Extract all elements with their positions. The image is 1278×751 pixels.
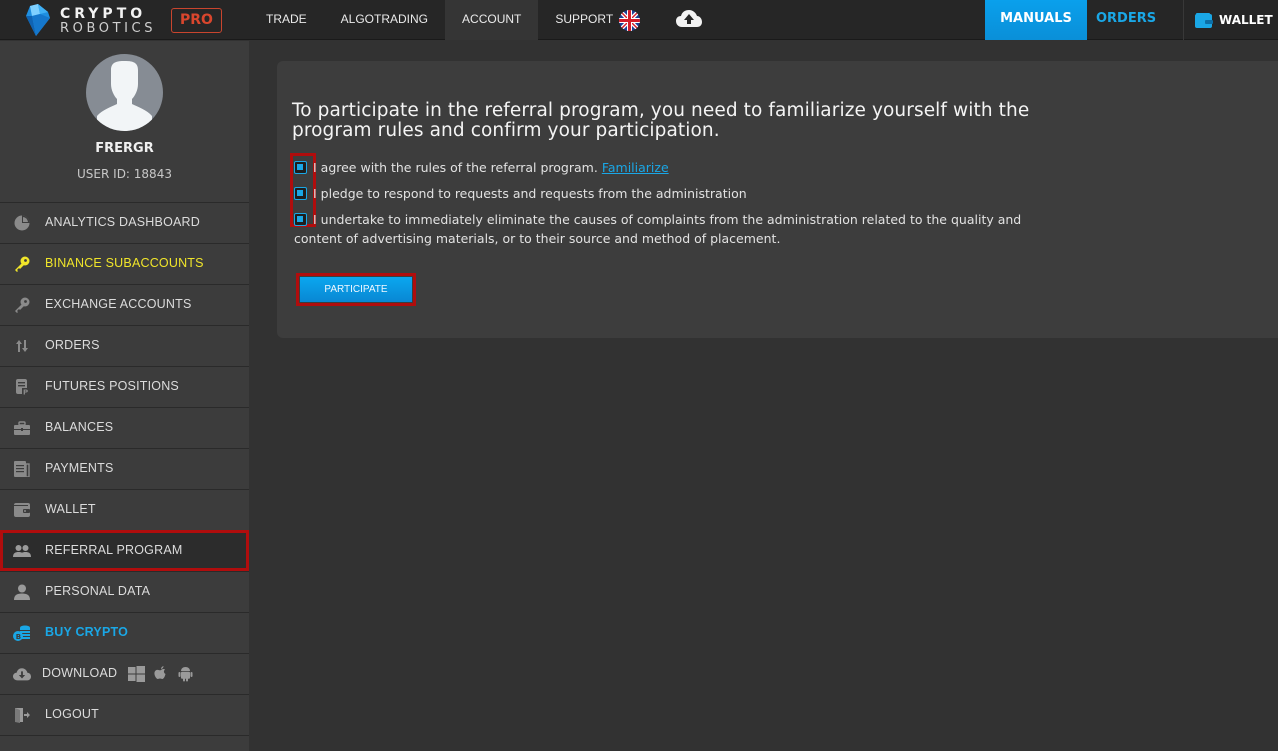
sidebar-item-label: PERSONAL DATA [45, 584, 151, 598]
header-divider [1183, 0, 1184, 40]
users-icon [13, 543, 31, 559]
sidebar-item-wallet[interactable]: WALLET [0, 489, 249, 530]
sidebar-bottom-divider [0, 735, 249, 751]
sidebar-item-label: EXCHANGE ACCOUNTS [45, 297, 192, 311]
cloud-download-icon [13, 666, 31, 682]
participate-button[interactable]: PARTICIPATE [300, 277, 412, 302]
svg-text:B: B [16, 633, 21, 641]
android-icon[interactable] [178, 666, 193, 685]
sidebar-item-balances[interactable]: BALANCES [0, 407, 249, 448]
sidebar-item-label: REFERRAL PROGRAM [45, 543, 183, 557]
participate-highlight: PARTICIPATE [296, 273, 416, 306]
logo[interactable]: CRYPTO ROBOTICS [22, 4, 152, 36]
sidebar-item-label: WALLET [45, 502, 96, 516]
username: FRERGR [95, 141, 154, 156]
coins-icon: B [13, 625, 31, 641]
wallet-label: WALLET [1219, 13, 1273, 27]
svg-text:P: P [23, 389, 28, 396]
eliminate-complaints-row: I undertake to immediately eliminate the… [294, 212, 1021, 227]
sidebar-item-binance-subaccounts[interactable]: BINANCE SUBACCOUNTS [0, 243, 249, 284]
sidebar-item-futures-positions[interactable]: P FUTURES POSITIONS [0, 366, 249, 407]
briefcase-icon [13, 420, 31, 436]
sidebar-item-label: BINANCE SUBACCOUNTS [45, 256, 204, 270]
sidebar-menu: ANALYTICS DASHBOARD BINANCE SUBACCOUNTS … [0, 202, 249, 751]
apple-icon[interactable] [154, 666, 168, 685]
nav-trade[interactable]: TRADE [249, 0, 324, 40]
crystal-logo-icon [26, 4, 50, 36]
wallet-icon [13, 502, 31, 518]
nav-algotrading[interactable]: ALGOTRADING [324, 0, 445, 40]
wallet-link[interactable]: WALLET [1195, 0, 1273, 40]
logo-text-bottom: ROBOTICS [60, 21, 157, 36]
nav-account[interactable]: ACCOUNT [445, 0, 539, 40]
familiarize-link[interactable]: Familiarize [602, 160, 669, 175]
sidebar-item-label: BUY CRYPTO [45, 625, 129, 639]
sidebar-item-analytics-dashboard[interactable]: ANALYTICS DASHBOARD [0, 202, 249, 243]
sidebar-item-label: PAYMENTS [45, 461, 114, 475]
logo-text-top: CRYPTO [60, 6, 147, 22]
sort-arrows-icon [13, 338, 31, 354]
document-p-icon: P [13, 379, 31, 395]
sidebar-item-label: ORDERS [45, 338, 100, 352]
sidebar-item-label: DOWNLOAD [42, 666, 118, 680]
referral-instructions-title: To participate in the referral program, … [292, 100, 1030, 141]
sidebar-item-label: FUTURES POSITIONS [45, 379, 179, 393]
respond-requests-row: I pledge to respond to requests and requ… [294, 186, 747, 201]
nav-support[interactable]: SUPPORT [538, 0, 630, 40]
main-nav: TRADE ALGOTRADING ACCOUNT SUPPORT [249, 0, 630, 40]
user-icon [13, 584, 31, 600]
respond-requests-label: I pledge to respond to requests and requ… [313, 186, 747, 201]
agree-rules-row: I agree with the rules of the referral p… [294, 160, 669, 175]
eliminate-complaints-label: I undertake to immediately eliminate the… [313, 212, 1022, 227]
pie-chart-icon [13, 215, 31, 231]
windows-icon[interactable] [128, 666, 145, 685]
sidebar-item-label: LOGOUT [45, 707, 99, 721]
sidebar-item-logout[interactable]: LOGOUT [0, 694, 249, 735]
user-id: USER ID: 18843 [77, 167, 172, 181]
eliminate-complaints-label-continued: content of advertising materials, or to … [294, 231, 781, 246]
eliminate-complaints-checkbox[interactable] [294, 213, 307, 226]
sidebar-item-download[interactable]: DOWNLOAD [0, 653, 249, 694]
sidebar-item-orders[interactable]: ORDERS [0, 325, 249, 366]
sidebar-item-exchange-accounts[interactable]: EXCHANGE ACCOUNTS [0, 284, 249, 325]
agree-rules-label: I agree with the rules of the referral p… [313, 160, 598, 175]
receipt-icon [13, 461, 31, 477]
sidebar-item-personal-data[interactable]: PERSONAL DATA [0, 571, 249, 612]
manuals-button[interactable]: MANUALS [985, 0, 1087, 40]
referral-panel: To participate in the referral program, … [277, 61, 1278, 338]
logout-door-icon [13, 707, 31, 723]
orders-link[interactable]: ORDERS [1096, 0, 1156, 40]
agree-rules-checkbox[interactable] [294, 161, 307, 174]
uk-flag-icon[interactable] [619, 10, 640, 31]
sidebar-item-payments[interactable]: PAYMENTS [0, 448, 249, 489]
sidebar-item-buy-crypto[interactable]: B BUY CRYPTO [0, 612, 249, 653]
sidebar-item-label: ANALYTICS DASHBOARD [45, 215, 200, 229]
avatar[interactable] [86, 54, 163, 131]
user-silhouette-icon [97, 61, 152, 131]
cloud-upload-icon[interactable] [676, 9, 702, 33]
key-icon [13, 256, 31, 272]
pro-badge[interactable]: PRO [171, 8, 222, 33]
respond-requests-checkbox[interactable] [294, 187, 307, 200]
wallet-icon [1195, 12, 1213, 28]
top-header: CRYPTO ROBOTICS PRO TRADE ALGOTRADING AC… [0, 0, 1278, 40]
sidebar-item-label: BALANCES [45, 420, 114, 434]
sidebar: FRERGR USER ID: 18843 ANALYTICS DASHBOAR… [0, 41, 249, 751]
sidebar-item-referral-program[interactable]: REFERRAL PROGRAM [0, 530, 249, 571]
key-icon [13, 297, 31, 313]
